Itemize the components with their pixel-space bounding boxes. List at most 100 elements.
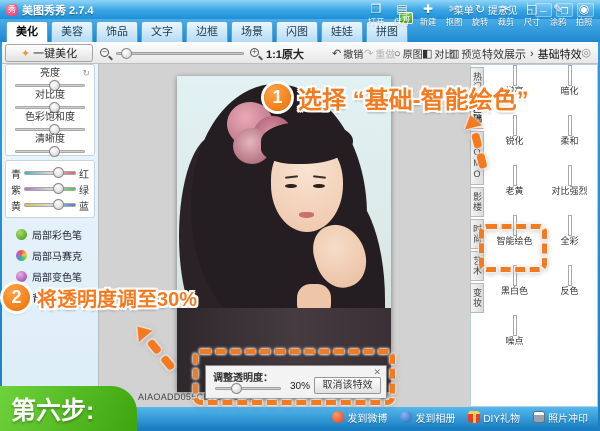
sharpness-knob[interactable] <box>49 146 60 157</box>
camera-icon: ◉ <box>578 2 590 16</box>
gift-icon <box>468 411 481 423</box>
category-makeover[interactable]: 变妆 <box>470 283 484 313</box>
main-tab-row: 美化 美容 饰品 文字 边框 场景 闪图 娃娃 拼图新 ❒ 打开 ▤ 保存 ✚ 新建 … <box>0 2 600 42</box>
redo-icon: ↷ <box>364 48 374 60</box>
crop-button[interactable]: ✂ 裁剪 <box>493 2 519 28</box>
brightness-label: 亮度 <box>40 68 60 79</box>
tint-pen-icon <box>16 271 27 282</box>
zoom-out-icon[interactable]: − <box>100 48 111 59</box>
sharpness-slider[interactable] <box>15 146 85 157</box>
effects-breadcrumb: 特效展示 › 基础特效 <box>482 48 582 61</box>
annotation-step2: 2 将透明度调至30% <box>3 283 197 312</box>
effect-invert[interactable]: 反色 <box>542 265 597 316</box>
tab-flash[interactable]: 闪图 <box>276 21 318 42</box>
effects-settings-icon[interactable]: ◎ <box>581 46 591 59</box>
color-balance-panel: 青 红 紫 绿 黄 蓝 <box>5 160 95 218</box>
tab-doll[interactable]: 娃娃 <box>321 21 363 42</box>
open-folder-icon: ❒ <box>370 2 382 16</box>
brightness-slider[interactable] <box>15 80 85 91</box>
local-color-pen-button[interactable]: 局部彩色笔 <box>8 224 96 245</box>
step1-text: 选择 “基础-智能绘色” <box>298 87 529 114</box>
cyan-red-knob[interactable] <box>53 167 64 178</box>
main-toolbar: ❒ 打开 ▤ 保存 ✚ 新建 ✄ 抠图 ↻ 旋转 ✂ 裁剪 ◱ 尺寸 ✎ 涂鸦 ◉ 拍照 <box>363 2 597 28</box>
zoom-slider-knob[interactable] <box>121 48 132 59</box>
local-mosaic-button[interactable]: 局部马赛克 <box>8 245 96 266</box>
category-studio[interactable]: 影楼 <box>470 187 484 217</box>
tab-accessories[interactable]: 饰品 <box>96 21 138 42</box>
brightness-group: 亮度 ↻ <box>13 68 90 91</box>
yellow-blue-slider[interactable] <box>24 199 76 210</box>
undo-icon: ↶ <box>332 48 342 60</box>
effect-darken[interactable]: 暗化 <box>542 65 597 116</box>
app-title: 美图秀秀 2.7.4 <box>22 4 94 17</box>
zoom-in-icon[interactable]: + <box>250 48 261 59</box>
contrast-slider[interactable] <box>15 102 85 113</box>
auto-beautify-label: 一键美化 <box>33 48 78 60</box>
effect-full-color[interactable]: 全彩 <box>542 215 597 266</box>
edit-toolbar: ✦ 一键美化 − + 1:1原大 ↶ 撤销 ↷ 重做 ○ 原图 ◧ 对比 ▥ 预览 特效展示… <box>2 42 598 64</box>
contrast-label: 对比度 <box>35 90 65 101</box>
preview-button[interactable]: ▥ 预览 <box>449 46 481 61</box>
yellow-blue-knob[interactable] <box>53 199 64 210</box>
diy-gift-button[interactable]: DIY礼物 <box>468 410 520 425</box>
color-pen-icon <box>16 229 27 240</box>
photo-print-button[interactable]: 照片冲印 <box>533 410 588 425</box>
main-tabs: 美化 美容 饰品 文字 边框 场景 闪图 娃娃 拼图新 <box>6 12 413 42</box>
auto-beautify-button[interactable]: ✦ 一键美化 <box>5 44 93 62</box>
resize-button[interactable]: ◱ 尺寸 <box>519 2 545 28</box>
cyan-red-slider[interactable] <box>24 167 76 178</box>
undo-button[interactable]: ↶ 撤销 <box>332 46 363 61</box>
saturation-slider[interactable] <box>15 124 85 135</box>
sharpness-group: 清晰度 <box>13 134 87 157</box>
purple-green-knob[interactable] <box>53 183 64 194</box>
doodle-icon: ✎ <box>552 2 564 16</box>
original-button[interactable]: ○ 原图 <box>394 46 423 62</box>
step1-number-badge: 1 <box>264 84 291 111</box>
album-icon <box>400 411 413 423</box>
tab-cosmetology[interactable]: 美容 <box>51 21 93 42</box>
save-icon: ▤ <box>396 2 408 16</box>
rotate-icon: ↻ <box>474 2 486 16</box>
preview-icon: ▥ <box>449 48 460 60</box>
annotation-box-transparency <box>193 349 395 405</box>
printer-icon <box>533 411 545 423</box>
redo-button[interactable]: ↷ 重做 <box>364 46 395 61</box>
effect-soften[interactable]: 柔和 <box>542 115 597 166</box>
effect-strong-contrast[interactable]: 对比强烈 <box>542 165 597 216</box>
effect-noise[interactable]: 噪点 <box>487 315 542 366</box>
weibo-icon <box>332 411 345 423</box>
purple-green-slider[interactable] <box>24 183 76 194</box>
cutout-button[interactable]: ✄ 抠图 <box>441 2 467 28</box>
tab-beautify[interactable]: 美化 <box>6 21 48 42</box>
reset-icon[interactable]: ↻ <box>82 68 90 79</box>
app-logo-icon: 秀 <box>6 3 18 16</box>
save-button[interactable]: ▤ 保存 <box>389 2 415 28</box>
magic-wand-icon: ✦ <box>20 47 31 60</box>
purple-green-row: 紫 绿 <box>11 181 89 197</box>
zoom-slider[interactable] <box>116 48 244 59</box>
new-file-icon: ✚ <box>422 2 434 16</box>
share-album-button[interactable]: 发到相册 <box>400 410 455 425</box>
saturation-group: 色彩饱和度 <box>13 112 87 135</box>
effect-old-yellow[interactable]: 老黄 <box>487 165 542 216</box>
open-button[interactable]: ❒ 打开 <box>363 2 389 28</box>
tab-text[interactable]: 文字 <box>141 21 183 42</box>
mosaic-icon <box>16 250 27 261</box>
annotation-step1: 1 选择 “基础-智能绘色” <box>264 80 529 115</box>
effect-sharpen[interactable]: 锐化 <box>487 115 542 166</box>
rotate-button[interactable]: ↻ 旋转 <box>467 2 493 28</box>
adjust-sidebar: 亮度 ↻ 对比度 色彩饱和度 清晰度 青 红 紫 绿 黄 蓝 局部彩色笔 局部马… <box>2 64 98 407</box>
zoom-actual-size[interactable]: 1:1原大 <box>266 46 304 62</box>
doodle-button[interactable]: ✎ 涂鸦 <box>545 2 571 28</box>
sharpness-label: 清晰度 <box>35 134 65 145</box>
share-weibo-button[interactable]: 发到微博 <box>332 410 387 425</box>
original-icon: ○ <box>394 47 401 60</box>
step-banner: 第六步: <box>0 386 137 431</box>
resize-icon: ◱ <box>526 2 538 16</box>
camera-button[interactable]: ◉ 拍照 <box>571 2 597 28</box>
basic-sliders-panel: 亮度 ↻ 对比度 色彩饱和度 清晰度 <box>5 64 95 157</box>
effect-black-white[interactable]: 黑白色 <box>487 265 542 316</box>
tab-scene[interactable]: 场景 <box>231 21 273 42</box>
tab-frame[interactable]: 边框 <box>186 21 228 42</box>
new-button[interactable]: ✚ 新建 <box>415 2 441 28</box>
